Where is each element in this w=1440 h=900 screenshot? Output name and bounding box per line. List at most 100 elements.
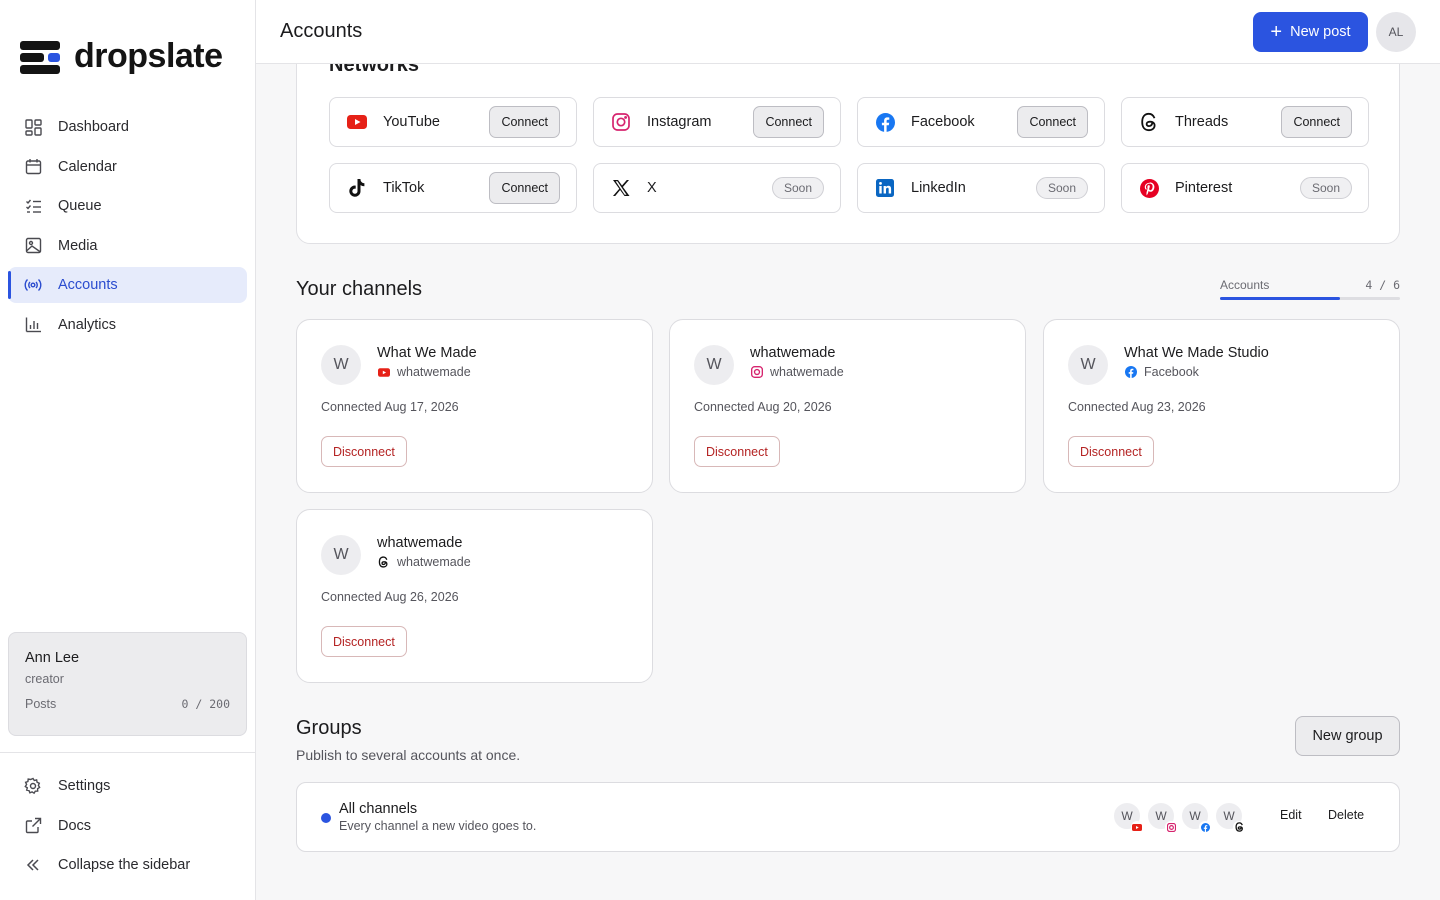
- group-color-dot: [321, 813, 331, 823]
- channel-connected-date: Connected Aug 26, 2026: [321, 590, 459, 604]
- network-tile-tiktok: TikTok Connect: [329, 163, 577, 213]
- instagram-icon: [750, 366, 763, 379]
- member-initial: W: [1121, 809, 1133, 823]
- network-name: TikTok: [383, 180, 425, 196]
- network-name: X: [647, 180, 657, 196]
- grid-icon: [24, 118, 42, 136]
- sidebar-item-settings[interactable]: Settings: [8, 768, 248, 804]
- member-initial: W: [1223, 809, 1235, 823]
- instagram-icon: [1165, 821, 1177, 833]
- connect-threads-button[interactable]: Connect: [1281, 106, 1352, 138]
- user-posts-quota: Posts 0 / 200: [25, 697, 230, 711]
- network-tile-instagram: Instagram Connect: [593, 97, 841, 147]
- network-name: LinkedIn: [911, 180, 966, 196]
- sidebar-item-analytics[interactable]: Analytics: [8, 307, 247, 343]
- channel-handle-text: whatwemade: [770, 365, 844, 379]
- member-initial: W: [1189, 809, 1201, 823]
- page-title: Accounts: [280, 20, 363, 42]
- sidebar: dropslate Dashboard Calendar Queue Media: [0, 0, 256, 900]
- tiktok-icon: [346, 177, 368, 199]
- group-description: Every channel a new video goes to.: [339, 819, 537, 833]
- avatar[interactable]: AL: [1376, 12, 1416, 52]
- youtube-icon: [377, 366, 390, 379]
- group-row: All channels Every channel a new video g…: [296, 782, 1400, 852]
- group-member-avatar: W: [1215, 802, 1245, 833]
- sidebar-item-label: Settings: [58, 778, 111, 794]
- sidebar-item-dashboard[interactable]: Dashboard: [8, 109, 247, 145]
- linkedin-icon: [874, 177, 896, 199]
- group-member-avatar: W: [1113, 802, 1143, 833]
- new-group-button[interactable]: New group: [1295, 716, 1400, 756]
- network-tile-pinterest: Pinterest Soon: [1121, 163, 1369, 213]
- channel-connected-date: Connected Aug 20, 2026: [694, 400, 832, 414]
- threads-icon: [1138, 111, 1160, 133]
- channel-handle-text: whatwemade: [397, 555, 471, 569]
- new-post-button[interactable]: + New post: [1253, 12, 1368, 52]
- network-name: Pinterest: [1175, 180, 1233, 196]
- channel-name: whatwemade: [750, 345, 836, 361]
- channel-card: W What We Made whatwemade Connected Aug …: [296, 319, 653, 493]
- sidebar-item-label: Analytics: [58, 316, 117, 333]
- channel-name: What We Made: [377, 345, 477, 361]
- network-name: YouTube: [383, 114, 440, 130]
- connect-tiktok-button[interactable]: Connect: [489, 172, 560, 204]
- sidebar-item-label: Collapse the sidebar: [58, 857, 191, 873]
- disconnect-button[interactable]: Disconnect: [321, 436, 407, 467]
- network-name: Facebook: [911, 114, 975, 130]
- network-tile-x: X Soon: [593, 163, 841, 213]
- soon-badge: Soon: [1299, 177, 1352, 199]
- network-tile-facebook: Facebook Connect: [857, 97, 1105, 147]
- brand-logo[interactable]: dropslate: [20, 37, 223, 76]
- calendar-icon: [24, 158, 42, 176]
- channels-title: Your channels: [296, 278, 423, 300]
- chevrons-left-icon: [24, 856, 42, 874]
- networks-title: Networks: [329, 64, 420, 76]
- group-name: All channels: [339, 801, 418, 817]
- disconnect-button[interactable]: Disconnect: [1068, 436, 1154, 467]
- user-name: Ann Lee: [25, 650, 80, 666]
- network-name: Instagram: [647, 114, 712, 130]
- user-role: creator: [25, 672, 64, 686]
- sidebar-nav: Dashboard Calendar Queue Media Accounts: [8, 109, 247, 346]
- accounts-usage: Accounts 4 / 6: [1220, 278, 1400, 300]
- brand-name: dropslate: [74, 37, 223, 75]
- gear-icon: [24, 777, 42, 795]
- channel-handle: Facebook: [1124, 365, 1199, 379]
- facebook-icon: [1199, 821, 1211, 833]
- sidebar-item-docs[interactable]: Docs: [8, 808, 248, 844]
- user-card[interactable]: Ann Lee creator Posts 0 / 200: [8, 632, 247, 736]
- networks-card: Networks YouTube Connect Instagram Conne…: [296, 64, 1400, 244]
- channel-avatar: W: [694, 345, 734, 385]
- posts-label: Posts: [25, 697, 57, 711]
- disconnect-button[interactable]: Disconnect: [694, 436, 780, 467]
- groups-subtitle: Publish to several accounts at once.: [296, 747, 521, 763]
- plus-icon: +: [1270, 21, 1283, 43]
- connect-facebook-button[interactable]: Connect: [1017, 106, 1088, 138]
- x-icon: [610, 177, 632, 199]
- edit-group-button[interactable]: Edit: [1280, 808, 1302, 822]
- external-link-icon: [24, 817, 42, 835]
- youtube-icon: [346, 111, 368, 133]
- network-tile-threads: Threads Connect: [1121, 97, 1369, 147]
- sidebar-item-media[interactable]: Media: [8, 228, 247, 264]
- usage-progress-bar: [1220, 297, 1400, 300]
- channel-handle: whatwemade: [377, 555, 471, 569]
- connect-youtube-button[interactable]: Connect: [489, 106, 560, 138]
- sidebar-bottom: Settings Docs Collapse the sidebar: [0, 752, 256, 887]
- group-member-avatar: W: [1147, 802, 1177, 833]
- posts-value: 0 / 200: [181, 697, 230, 711]
- sidebar-item-calendar[interactable]: Calendar: [8, 149, 247, 185]
- collapse-sidebar-button[interactable]: Collapse the sidebar: [8, 847, 248, 883]
- disconnect-button[interactable]: Disconnect: [321, 626, 407, 657]
- main-content: Networks YouTube Connect Instagram Conne…: [256, 64, 1440, 900]
- connect-instagram-button[interactable]: Connect: [753, 106, 824, 138]
- facebook-icon: [1124, 366, 1137, 379]
- delete-group-button[interactable]: Delete: [1328, 808, 1364, 822]
- sidebar-item-label: Dashboard: [58, 119, 129, 135]
- channel-handle-text: Facebook: [1144, 365, 1199, 379]
- threads-icon: [1233, 821, 1245, 833]
- channel-card: W What We Made Studio Facebook Connected…: [1043, 319, 1400, 493]
- usage-count: 4 / 6: [1365, 278, 1400, 292]
- sidebar-item-accounts[interactable]: Accounts: [8, 267, 247, 303]
- sidebar-item-queue[interactable]: Queue: [8, 188, 247, 224]
